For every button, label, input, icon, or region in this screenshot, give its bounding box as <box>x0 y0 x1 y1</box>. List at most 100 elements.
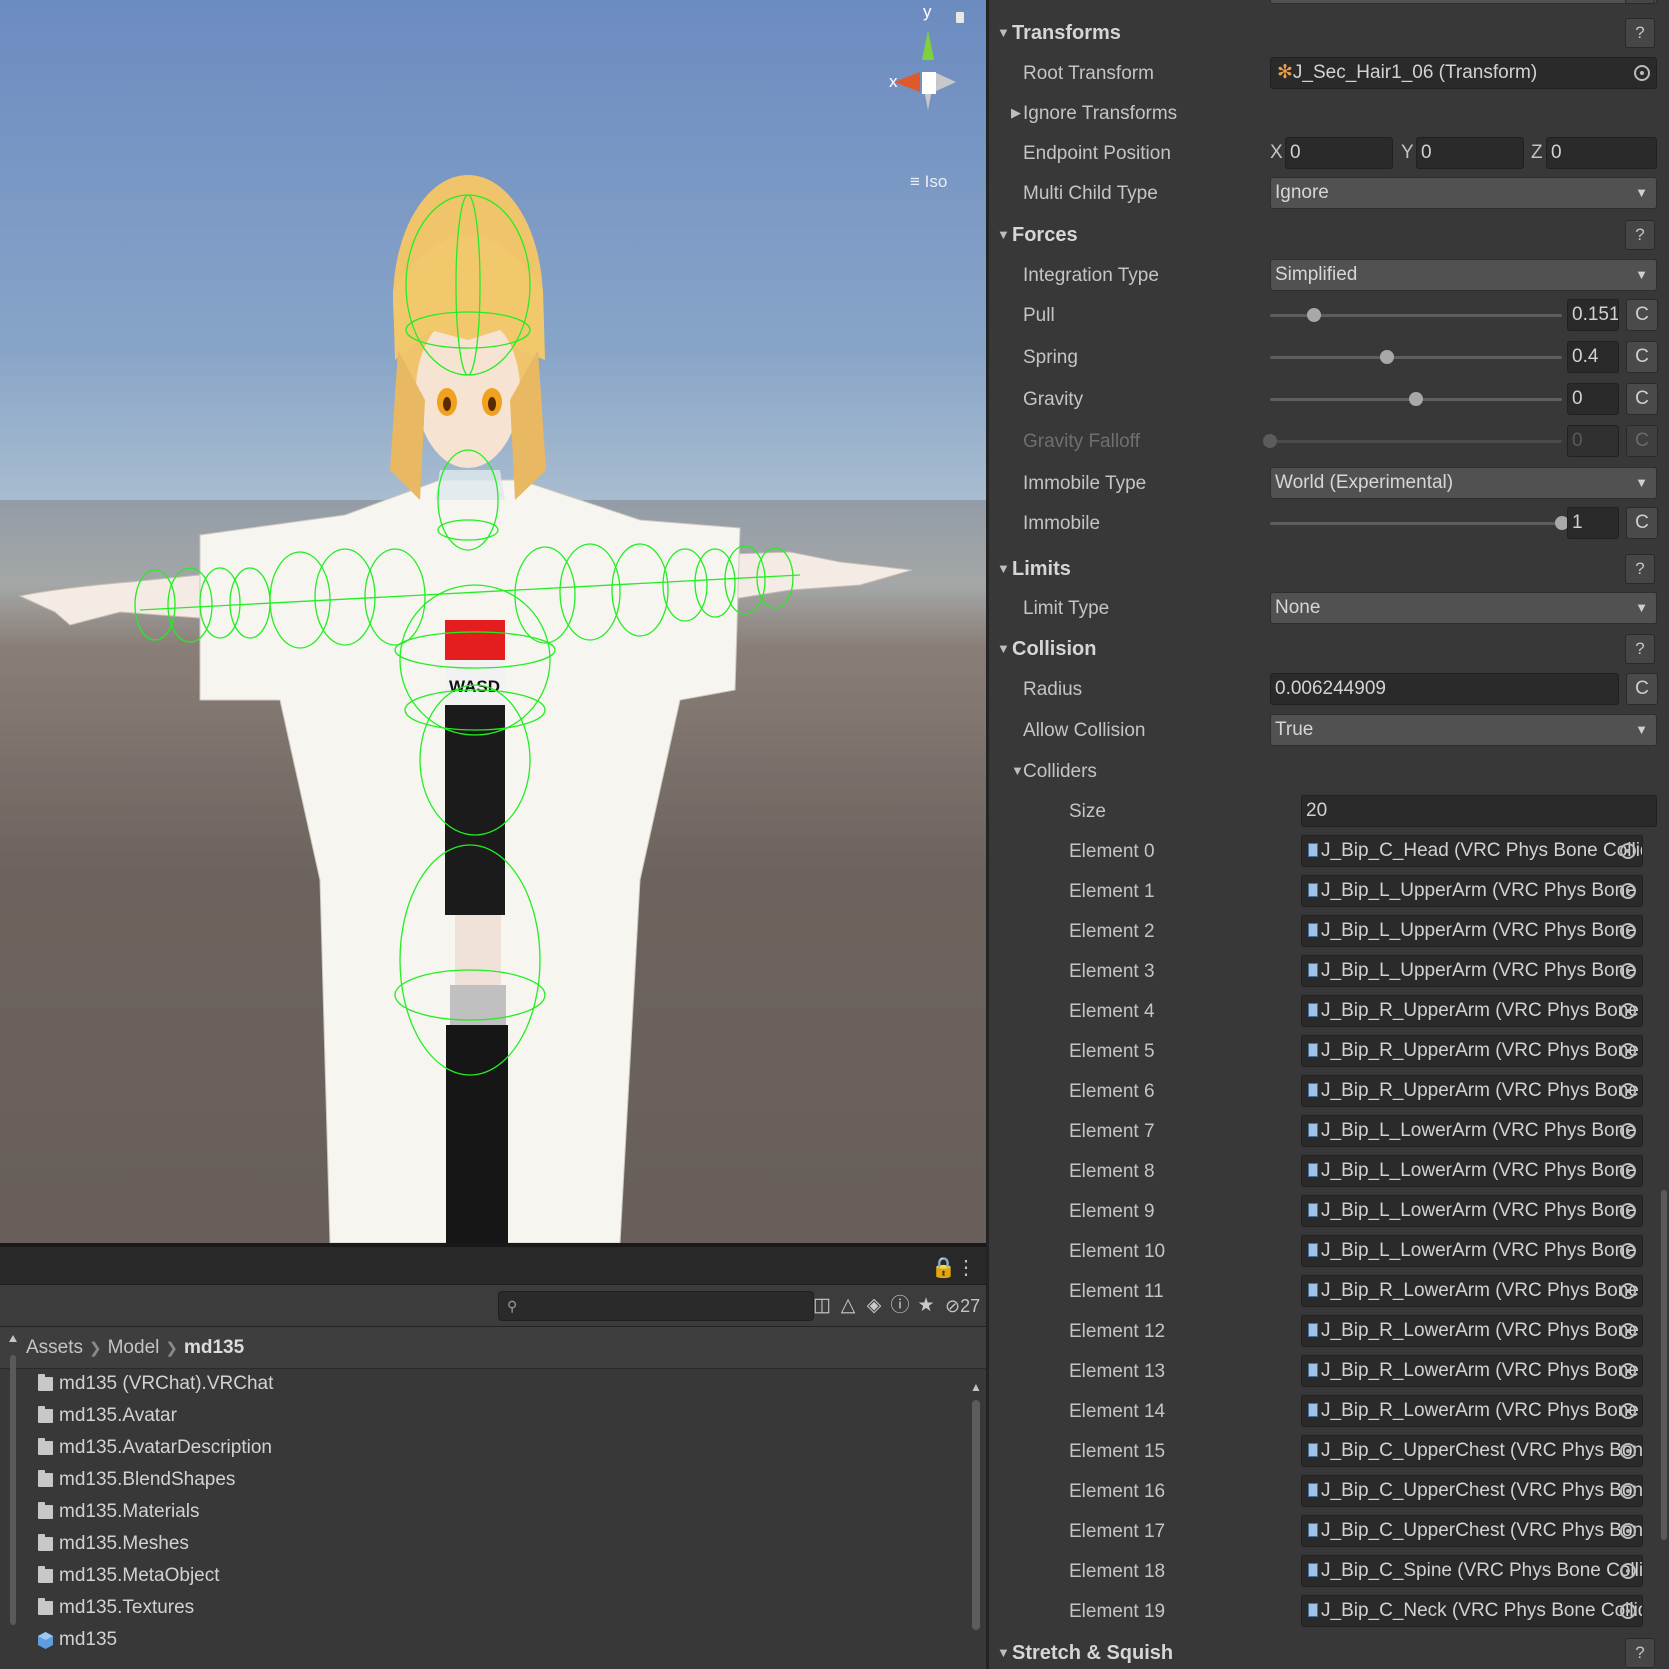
section-stretch-squish[interactable]: ▼ Stretch & Squish ? <box>989 1634 1669 1669</box>
filter-by-type-icon[interactable]: △ <box>836 1293 860 1319</box>
object-picker-icon[interactable] <box>1620 1083 1636 1099</box>
help-button[interactable]: ? <box>1625 220 1655 250</box>
lock-icon[interactable]: 🔒⋮ <box>931 1255 976 1280</box>
inspector-scrollbar[interactable] <box>1661 1190 1667 1540</box>
clipped-button[interactable] <box>1625 0 1655 4</box>
asset-list-scrollbar[interactable]: ▲ <box>970 1380 982 1669</box>
object-picker-icon[interactable] <box>1620 1163 1636 1179</box>
section-collision[interactable]: ▼ Collision ? <box>989 630 1669 670</box>
pull-value-field[interactable]: 0.15104 <box>1567 299 1619 331</box>
list-item[interactable]: md135 (VRChat).VRChat <box>38 1368 968 1400</box>
folder-tree-scrollbar[interactable] <box>8 1335 18 1635</box>
list-item[interactable]: md135.Avatar <box>38 1400 968 1432</box>
list-item[interactable]: md135.AvatarDescription <box>38 1432 968 1464</box>
object-picker-icon[interactable] <box>1620 1203 1636 1219</box>
slider-handle[interactable] <box>1379 350 1394 364</box>
search-field[interactable]: ⚲ <box>498 1291 814 1321</box>
help-button[interactable]: ? <box>1625 634 1655 664</box>
help-button[interactable]: ? <box>1625 1638 1655 1668</box>
colliders-size-field[interactable]: 20 <box>1301 795 1657 827</box>
limit-type-dropdown[interactable]: None ▼ <box>1270 592 1657 624</box>
list-item[interactable]: md135.Textures <box>38 1592 968 1624</box>
collider-object-field[interactable]: J_Bip_C_UpperChest (VRC Phys Bone Collid… <box>1301 1515 1643 1547</box>
collider-object-field[interactable]: J_Bip_L_UpperArm (VRC Phys Bone Collider… <box>1301 915 1643 947</box>
breadcrumb-model[interactable]: Model <box>108 1337 160 1359</box>
favorites-star-icon[interactable]: ★ <box>914 1293 938 1319</box>
object-picker-icon[interactable] <box>1620 1323 1636 1339</box>
collider-object-field[interactable]: J_Bip_C_UpperChest (VRC Phys Bone Collid… <box>1301 1435 1643 1467</box>
foldout-expanded-icon[interactable]: ▼ <box>997 641 1010 656</box>
endpoint-y-field[interactable]: 0 <box>1416 137 1524 169</box>
object-picker-icon[interactable] <box>1620 1403 1636 1419</box>
foldout-expanded-icon[interactable]: ▼ <box>997 561 1010 576</box>
search-by-type-icon[interactable]: ◫ <box>810 1293 834 1319</box>
collider-object-field[interactable]: J_Bip_L_UpperArm (VRC Phys Bone Collider… <box>1301 875 1643 907</box>
collider-object-field[interactable]: J_Bip_L_LowerArm (VRC Phys Bone Collider… <box>1301 1155 1643 1187</box>
collider-object-field[interactable]: J_Bip_R_UpperArm (VRC Phys Bone Collider… <box>1301 995 1643 1027</box>
spring-value-field[interactable]: 0.4 <box>1567 341 1619 373</box>
collider-object-field[interactable]: J_Bip_L_LowerArm (VRC Phys Bone Collider… <box>1301 1235 1643 1267</box>
immobile-value-field[interactable]: 1 <box>1567 507 1619 539</box>
radius-curve-button[interactable]: C <box>1626 673 1658 705</box>
list-item[interactable]: md135.Meshes <box>38 1528 968 1560</box>
gravity-curve-button[interactable]: C <box>1626 383 1658 415</box>
gravity-value-field[interactable]: 0 <box>1567 383 1619 415</box>
list-item[interactable]: md135.MetaObject <box>38 1560 968 1592</box>
endpoint-x-field[interactable]: 0 <box>1285 137 1393 169</box>
collider-object-field[interactable]: J_Bip_C_Neck (VRC Phys Bone Collider) <box>1301 1595 1643 1627</box>
object-picker-icon[interactable] <box>1620 1283 1636 1299</box>
integration-type-dropdown[interactable]: Simplified ▼ <box>1270 259 1657 291</box>
foldout-expanded-icon[interactable]: ▼ <box>1011 763 1024 778</box>
slider-handle[interactable] <box>1307 308 1322 322</box>
help-button[interactable]: ? <box>1625 554 1655 584</box>
collider-object-field[interactable]: J_Bip_C_Spine (VRC Phys Bone Collider) <box>1301 1555 1643 1587</box>
collider-object-field[interactable]: J_Bip_R_UpperArm (VRC Phys Bone Collider… <box>1301 1035 1643 1067</box>
endpoint-z-field[interactable]: 0 <box>1546 137 1657 169</box>
collider-object-field[interactable]: J_Bip_L_LowerArm (VRC Phys Bone Collider… <box>1301 1115 1643 1147</box>
spring-slider[interactable] <box>1270 350 1562 364</box>
breadcrumb-assets[interactable]: Assets <box>26 1337 83 1359</box>
object-picker-icon[interactable] <box>1620 963 1636 979</box>
pull-slider[interactable] <box>1270 308 1562 322</box>
help-button[interactable]: ? <box>1625 18 1655 48</box>
root-transform-field[interactable]: ✻J_Sec_Hair1_06 (Transform) <box>1270 57 1657 89</box>
collider-object-field[interactable]: J_Bip_R_LowerArm (VRC Phys Bone Collider… <box>1301 1395 1643 1427</box>
object-picker-icon[interactable] <box>1620 1363 1636 1379</box>
spring-curve-button[interactable]: C <box>1626 341 1658 373</box>
object-picker-icon[interactable] <box>1620 1043 1636 1059</box>
object-picker-icon[interactable] <box>1634 65 1650 81</box>
object-picker-icon[interactable] <box>1620 1523 1636 1539</box>
scroll-up-icon[interactable]: ▲ <box>970 1380 982 1394</box>
collider-object-field[interactable]: J_Bip_R_LowerArm (VRC Phys Bone Collider… <box>1301 1355 1643 1387</box>
projection-label[interactable]: ≡ Iso <box>910 172 947 192</box>
list-item[interactable]: md135.BlendShapes <box>38 1464 968 1496</box>
list-item[interactable]: md135.Materials <box>38 1496 968 1528</box>
slider-handle[interactable] <box>1409 392 1423 406</box>
collider-object-field[interactable]: J_Bip_R_LowerArm (VRC Phys Bone Collider… <box>1301 1315 1643 1347</box>
scrollbar-thumb[interactable] <box>972 1400 980 1630</box>
collider-object-field[interactable]: J_Bip_R_LowerArm (VRC Phys Bone Collider… <box>1301 1275 1643 1307</box>
section-limits[interactable]: ▼ Limits ? <box>989 550 1669 590</box>
object-picker-icon[interactable] <box>1620 1603 1636 1619</box>
search-input[interactable] <box>523 1295 803 1317</box>
foldout-collapsed-icon[interactable]: ▶ <box>1011 105 1021 121</box>
section-transforms[interactable]: ▼ Transforms ? <box>989 14 1669 54</box>
object-picker-icon[interactable] <box>1620 1483 1636 1499</box>
filter-by-label-icon[interactable]: ◈ <box>862 1293 886 1319</box>
section-forces[interactable]: ▼ Forces ? <box>989 216 1669 256</box>
collider-object-field[interactable]: J_Bip_C_Head (VRC Phys Bone Collider) <box>1301 835 1643 867</box>
collider-object-field[interactable]: J_Bip_L_LowerArm (VRC Phys Bone Collider… <box>1301 1195 1643 1227</box>
immobile-curve-button[interactable]: C <box>1626 507 1658 539</box>
foldout-expanded-icon[interactable]: ▼ <box>997 1645 1010 1660</box>
object-picker-icon[interactable] <box>1620 1443 1636 1459</box>
row-colliders[interactable]: ▼ Colliders <box>989 752 1669 792</box>
foldout-expanded-icon[interactable]: ▼ <box>997 25 1010 40</box>
immobile-slider[interactable] <box>1270 516 1569 530</box>
clipped-field[interactable] <box>1270 0 1657 4</box>
object-picker-icon[interactable] <box>1620 1243 1636 1259</box>
object-picker-icon[interactable] <box>1620 1003 1636 1019</box>
object-picker-icon[interactable] <box>1620 1123 1636 1139</box>
immobile-type-dropdown[interactable]: World (Experimental) ▼ <box>1270 467 1657 499</box>
hidden-packages-count[interactable]: ⊘27 <box>945 1293 980 1319</box>
multi-child-dropdown[interactable]: Ignore ▼ <box>1270 177 1657 209</box>
